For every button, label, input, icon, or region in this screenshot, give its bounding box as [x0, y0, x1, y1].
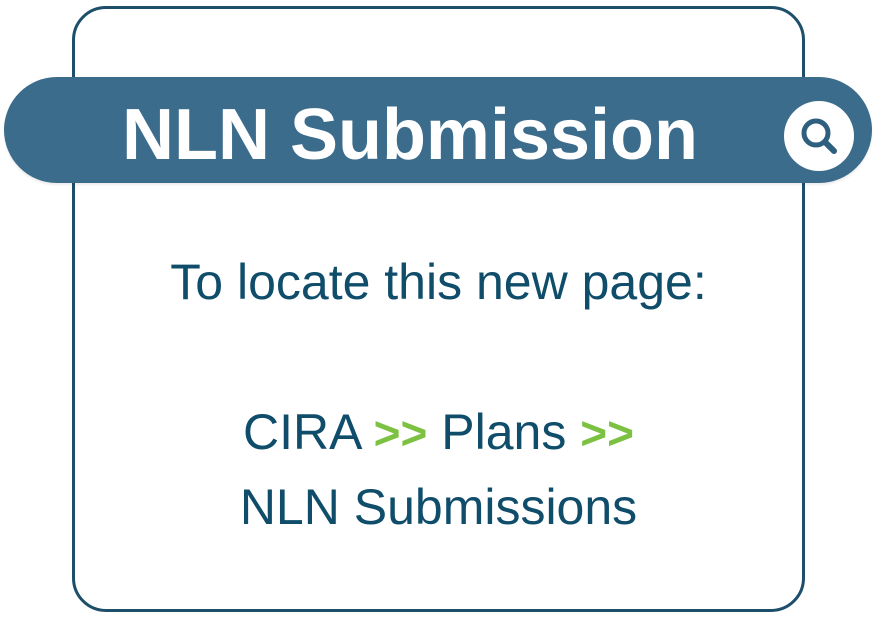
breadcrumb-plans: Plans	[441, 404, 567, 460]
breadcrumb-nln-submissions: NLN Submissions	[239, 479, 638, 535]
search-icon	[801, 118, 837, 154]
search-button[interactable]	[784, 101, 854, 171]
breadcrumb-separator: >>	[373, 407, 428, 459]
title-banner: NLN Submission	[4, 77, 872, 183]
navigation-path-line-2: NLN Submissions	[72, 477, 805, 537]
banner-title: NLN Submission	[121, 95, 699, 175]
navigation-path-line-1: CIRA >> Plans >>	[72, 402, 805, 463]
breadcrumb-cira: CIRA	[243, 404, 360, 460]
instruction-text: To locate this new page:	[170, 254, 707, 310]
breadcrumb-separator: >>	[580, 407, 634, 459]
